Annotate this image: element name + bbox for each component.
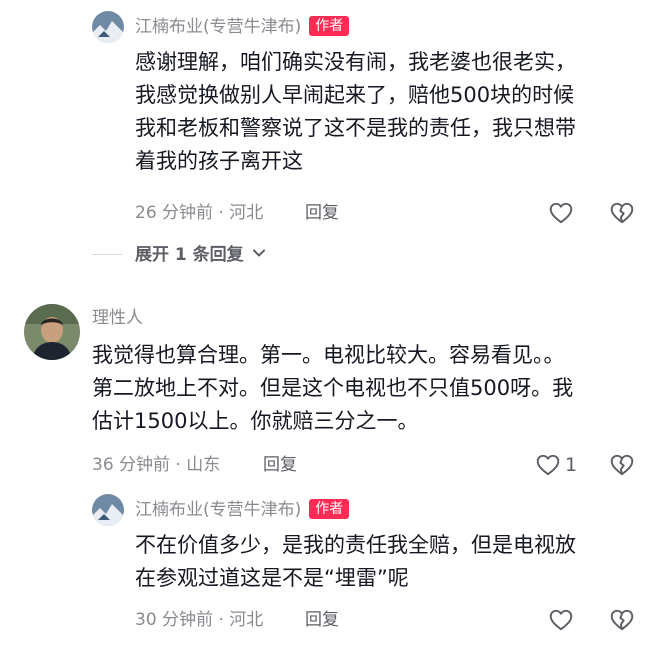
comment-line: 不在价值多少，是我的责任我全赔，但是电视放 — [135, 533, 576, 557]
username[interactable]: 江楠布业(专营牛津布) 作者 — [135, 15, 350, 39]
author-badge: 作者 — [309, 16, 350, 36]
heart-outline-icon[interactable] — [548, 607, 574, 633]
heart-outline-icon[interactable] — [535, 452, 561, 478]
comment-line: 估计1500以上。你就赔三分之一。 — [92, 409, 419, 433]
comment-meta: 36 分钟前 · 山东 — [92, 455, 221, 475]
comment-text: 不在价值多少，是我的责任我全赔，但是电视放 在参观过道这是不是“埋雷”呢 — [135, 529, 576, 595]
avatar[interactable] — [92, 494, 124, 526]
reply-button[interactable]: 回复 — [263, 453, 297, 477]
comment-line: 感谢理解，咱们确实没有闹，我老婆也很老实， — [135, 50, 576, 74]
broken-heart-icon[interactable] — [609, 607, 635, 633]
comment-line: 第二放地上不对。但是这个电视也不只值500呀。我 — [92, 376, 574, 400]
username-text: 江楠布业(专营牛津布) — [135, 17, 302, 37]
broken-heart-icon[interactable] — [609, 200, 635, 226]
comment-meta: 30 分钟前 · 河北 — [135, 610, 264, 630]
username[interactable]: 江楠布业(专营牛津布) 作者 — [135, 498, 350, 522]
comment-line: 我感觉换做别人早闹起来了，赔他500块的时候 — [135, 83, 575, 107]
avatar[interactable] — [24, 304, 80, 360]
username-text: 江楠布业(专营牛津布) — [135, 500, 302, 520]
avatar[interactable] — [92, 11, 124, 43]
chevron-down-icon — [252, 241, 266, 269]
expand-replies-button[interactable]: 展开 1 条回复 — [135, 241, 266, 269]
comment-line: 我和老板和警察说了这不是我的责任，我只想带 — [135, 116, 576, 140]
divider — [92, 254, 122, 255]
reply-button[interactable]: 回复 — [305, 608, 339, 632]
broken-heart-icon[interactable] — [609, 452, 635, 478]
comment-meta: 26 分钟前 · 河北 — [135, 203, 264, 223]
username-text: 理性人 — [92, 308, 143, 328]
comment-line: 在参观过道这是不是“埋雷”呢 — [135, 566, 409, 590]
heart-outline-icon[interactable] — [548, 200, 574, 226]
comment-line: 我觉得也算合理。第一。电视比较大。容易看见。。 — [92, 343, 565, 367]
comment-text: 感谢理解，咱们确实没有闹，我老婆也很老实， 我感觉换做别人早闹起来了，赔他500… — [135, 46, 576, 178]
reply-button[interactable]: 回复 — [305, 201, 339, 225]
comment-line: 着我的孩子离开这 — [135, 149, 303, 173]
comment-text: 我觉得也算合理。第一。电视比较大。容易看见。。 第二放地上不对。但是这个电视也不… — [92, 339, 573, 438]
author-badge: 作者 — [309, 499, 350, 519]
like-count: 1 — [565, 454, 578, 476]
username[interactable]: 理性人 — [92, 306, 143, 330]
expand-replies-label: 展开 1 条回复 — [135, 245, 244, 265]
